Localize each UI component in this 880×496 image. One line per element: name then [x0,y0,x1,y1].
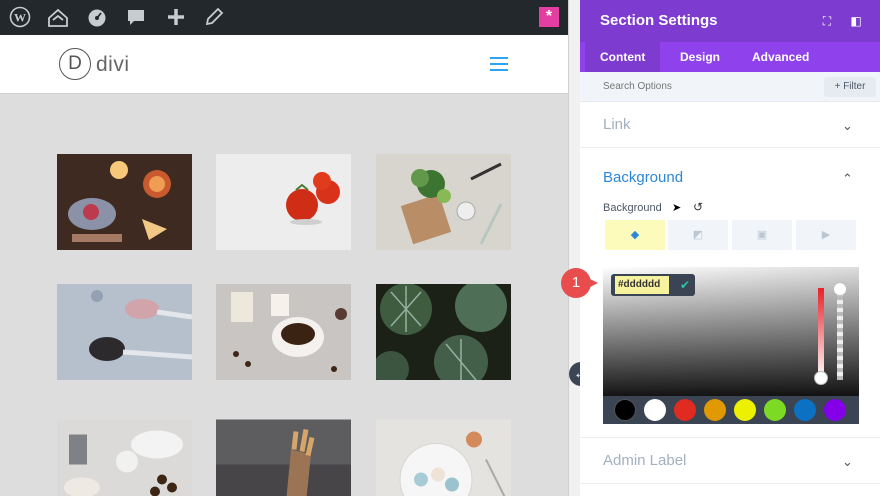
hue-slider-handle[interactable] [814,371,828,385]
reset-icon[interactable]: ↺ [693,200,703,214]
plus-icon[interactable] [165,6,187,28]
gallery-image[interactable] [57,154,192,250]
gallery-image[interactable] [216,284,351,380]
accordion-admin-label[interactable]: Admin Label ⌄ [580,438,880,484]
swatch-yellow[interactable] [734,399,756,421]
tab-advanced[interactable]: Advanced [737,42,824,72]
filter-button[interactable]: + Filter [824,77,876,97]
panel-divider[interactable] [568,0,580,496]
alpha-slider[interactable] [837,288,843,380]
image-icon: ▣ [756,229,768,241]
checkmark-icon[interactable]: ✔ [675,274,695,296]
chevron-down-icon: ⌄ [842,454,853,469]
hue-slider[interactable] [818,288,824,380]
search-input[interactable] [603,72,803,102]
dashboard-icon[interactable] [47,6,69,28]
accordion-link[interactable]: Link ⌄ [580,102,880,148]
chevron-down-icon: ⌄ [842,118,853,133]
swatch-green[interactable] [764,399,786,421]
swatch-purple[interactable] [824,399,846,421]
hamburger-menu-icon[interactable] [490,57,508,71]
comment-icon[interactable] [125,6,147,28]
dock-icon[interactable]: ◧ [848,13,864,29]
gallery-image[interactable] [216,154,351,250]
fullscreen-icon[interactable]: ⛶ [819,13,835,29]
swatch-blue[interactable] [794,399,816,421]
color-swatches [603,396,859,424]
gallery-image[interactable] [57,413,192,496]
logo-text[interactable]: divi [96,53,130,77]
gauge-icon[interactable] [86,6,108,28]
search-bar: + Filter [580,72,880,102]
accordion-title: Link [603,116,631,133]
color-icon: ◆ [630,229,640,241]
hex-input[interactable]: #dddddd [615,276,669,294]
tab-content[interactable]: Content [585,42,661,72]
gallery-image[interactable] [376,284,511,380]
swatch-black[interactable] [614,399,636,421]
panel-title: Section Settings [600,12,718,29]
accordion-title[interactable]: Background [603,169,683,186]
svg-text:W: W [14,11,26,25]
tab-design[interactable]: Design [665,42,735,72]
chevron-up-icon[interactable]: ⌃ [842,171,853,187]
bg-image-tab[interactable]: ▣ [732,220,792,250]
cursor-icon: ➤ [672,202,682,214]
swatch-orange[interactable] [704,399,726,421]
bg-color-tab[interactable]: ◆ [605,220,665,250]
gallery-image[interactable] [376,154,511,250]
site-header: D divi [0,35,568,94]
panel-tabs: Content Design Advanced [580,42,880,72]
gradient-icon: ◩ [692,229,704,241]
background-field-label: Background [603,202,662,214]
gallery-image[interactable] [57,284,192,380]
video-icon: ▶ [821,229,831,241]
screen: W * D divi Section Settings ⛶ ◧ Content … [0,0,880,496]
swatch-white[interactable] [644,399,666,421]
step-callout-badge: 1 [561,268,591,298]
bg-video-tab[interactable]: ▶ [796,220,856,250]
panel-header: Section Settings ⛶ ◧ [580,0,880,42]
pencil-icon[interactable] [203,6,225,28]
alpha-slider-handle[interactable] [833,282,847,296]
gallery-image[interactable] [376,413,511,496]
logo-mark[interactable]: D [59,48,91,80]
accordion-title: Admin Label [603,452,687,469]
asterisk-icon[interactable]: * [539,7,559,27]
admin-bar: W * [0,0,568,35]
bg-gradient-tab[interactable]: ◩ [668,220,728,250]
hex-input-group: #dddddd ✔ [611,274,695,296]
gallery-image[interactable] [216,413,351,496]
section-content[interactable] [0,95,568,496]
swatch-red[interactable] [674,399,696,421]
wordpress-icon[interactable]: W [9,6,31,28]
